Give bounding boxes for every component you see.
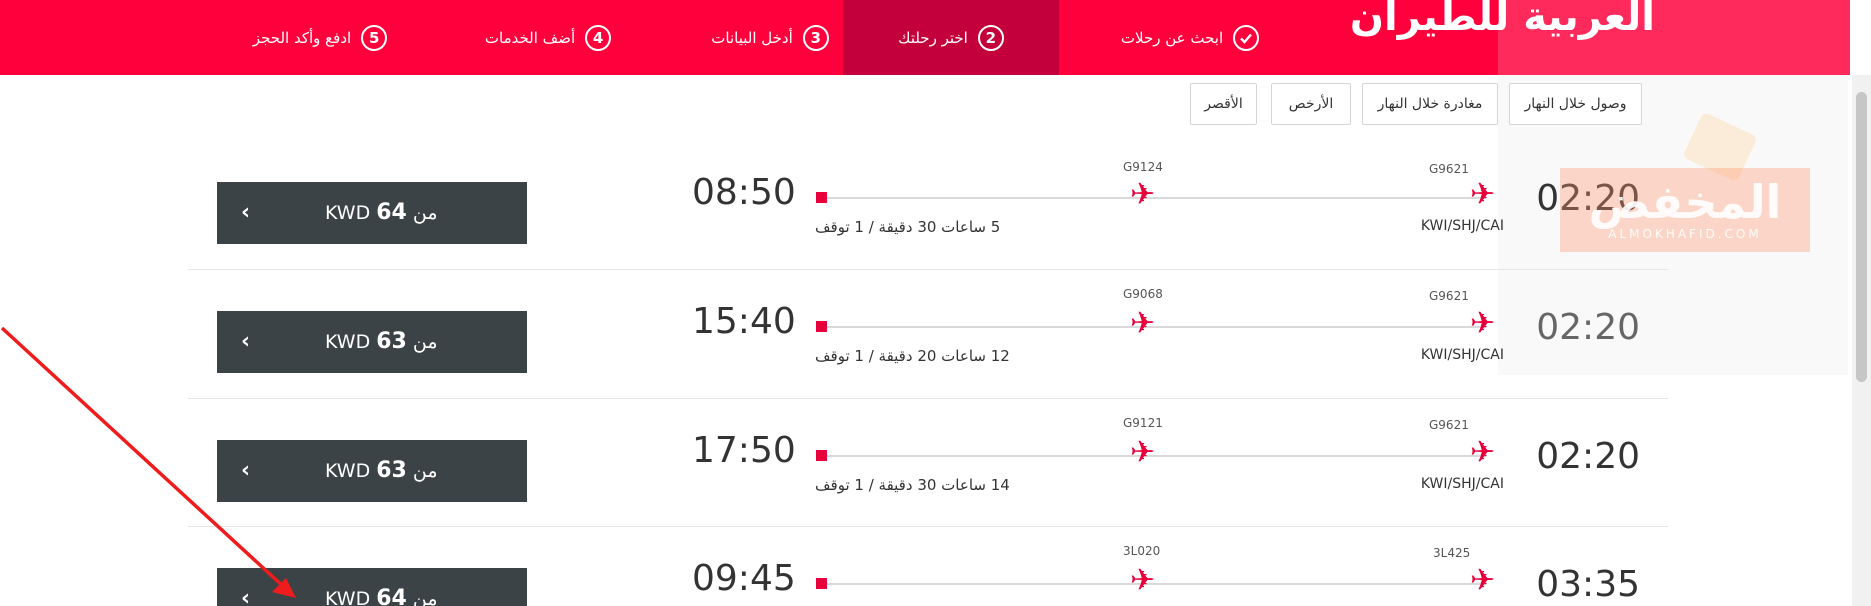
plane-icon: ✈ — [1130, 177, 1156, 212]
page-scrollbar-thumb[interactable] — [1856, 92, 1867, 382]
step-label: ابحث عن رحلات — [1120, 28, 1224, 47]
departure-time: 03:35 — [1536, 564, 1640, 605]
flight-row[interactable]: 03:35 3L425 3L020 ✈ ✈ 09:45 ‹ KWD 64 من — [188, 526, 1668, 606]
flight-row[interactable]: 02:20 G9621 G9121 ✈ ✈ KWI/SHJ/CAI 14 ساع… — [188, 398, 1668, 526]
arrival-marker — [816, 450, 827, 461]
step-choose-flight[interactable]: 2 اختر رحلتك — [843, 0, 1059, 75]
first-flight-number: G9621 — [1429, 162, 1469, 176]
step-add-services[interactable]: 4 أضف الخدمات — [468, 0, 628, 75]
flight-row[interactable]: 02:20 G9621 G9124 ✈ ✈ KWI/SHJ/CAI 5 ساعا… — [188, 140, 1668, 268]
arrival-time: 15:40 — [692, 301, 796, 342]
second-flight-number: 3L020 — [1123, 544, 1161, 558]
arrival-time: 08:50 — [692, 172, 796, 213]
fare-price: KWD 63 من — [325, 329, 438, 354]
route-codes: KWI/SHJ/CAI — [1420, 347, 1504, 363]
step-label: ادفع وأكد الحجز — [252, 28, 352, 47]
plane-icon: ✈ — [1470, 177, 1496, 212]
fare-price: KWD 64 من — [325, 586, 438, 606]
plane-icon: ✈ — [1470, 306, 1496, 341]
arrival-time: 17:50 — [692, 430, 796, 471]
first-flight-number: G9621 — [1429, 418, 1469, 432]
duration-stops: 14 ساعات 30 دقيقة / 1 توقف — [815, 476, 1010, 494]
duration-stops: 5 ساعات 30 دقيقة / 1 توقف — [815, 218, 1001, 236]
first-flight-number: 3L425 — [1433, 546, 1471, 560]
fare-price: KWD 63 من — [325, 458, 438, 483]
second-flight-number: G9124 — [1123, 160, 1163, 174]
site-watermark: المخفض ALMOKHAFID.COM — [1560, 168, 1810, 252]
first-flight-number: G9621 — [1429, 289, 1469, 303]
plane-icon: ✈ — [1470, 563, 1496, 598]
step-number: 3 — [802, 24, 829, 51]
annotation-arrow-icon — [0, 326, 296, 598]
step-label: اختر رحلتك — [898, 28, 968, 47]
plane-icon: ✈ — [1470, 435, 1496, 470]
departure-time: 02:20 — [1536, 436, 1640, 477]
second-flight-number: G9121 — [1123, 416, 1163, 430]
select-fare-button[interactable]: ‹ KWD 64 من — [217, 182, 527, 244]
watermark-url: ALMOKHAFID.COM — [1608, 227, 1762, 241]
second-flight-number: G9068 — [1123, 287, 1163, 301]
step-label: أضف الخدمات — [484, 28, 576, 47]
plane-icon: ✈ — [1130, 563, 1156, 598]
departure-time: 02:20 — [1536, 307, 1640, 348]
arrival-time: 09:45 — [692, 558, 796, 599]
arrival-marker — [816, 192, 827, 203]
step-label: أدخل البيانات — [711, 28, 793, 47]
plane-icon: ✈ — [1130, 435, 1156, 470]
step-search-flights[interactable]: ابحث عن رحلات — [1100, 0, 1280, 75]
duration-stops: 12 ساعات 20 دقيقة / 1 توقف — [815, 347, 1010, 365]
top-header: العربية للطيران 5 ادفع وأكد الحجز 4 أضف … — [0, 0, 1850, 75]
plane-icon: ✈ — [1130, 306, 1156, 341]
chevron-left-icon: ‹ — [241, 200, 251, 225]
route-codes: KWI/SHJ/CAI — [1420, 218, 1504, 234]
airline-logo[interactable]: العربية للطيران — [1350, 0, 1656, 40]
check-circle-icon — [1233, 24, 1260, 51]
filter-depart-daytime[interactable]: مغادرة خلال النهار — [1362, 83, 1498, 125]
step-pay-confirm[interactable]: 5 ادفع وأكد الحجز — [240, 0, 400, 75]
fare-price: KWD 64 من — [325, 200, 438, 225]
arrival-marker — [816, 321, 827, 332]
step-number: 2 — [977, 24, 1004, 51]
route-codes: KWI/SHJ/CAI — [1420, 476, 1504, 492]
filter-cheapest[interactable]: الأرخص — [1271, 83, 1351, 125]
filter-arrive-daytime[interactable]: وصول خلال النهار — [1509, 83, 1642, 125]
watermark-text: المخفض — [1588, 175, 1782, 229]
step-enter-details[interactable]: 3 أدخل البيانات — [690, 0, 850, 75]
filter-shortest[interactable]: الأقصر — [1190, 83, 1257, 125]
flight-row[interactable]: 02:20 G9621 G9068 ✈ ✈ KWI/SHJ/CAI 12 ساع… — [188, 269, 1668, 397]
arrival-marker — [816, 578, 827, 589]
step-number: 5 — [361, 24, 388, 51]
step-number: 4 — [585, 24, 612, 51]
